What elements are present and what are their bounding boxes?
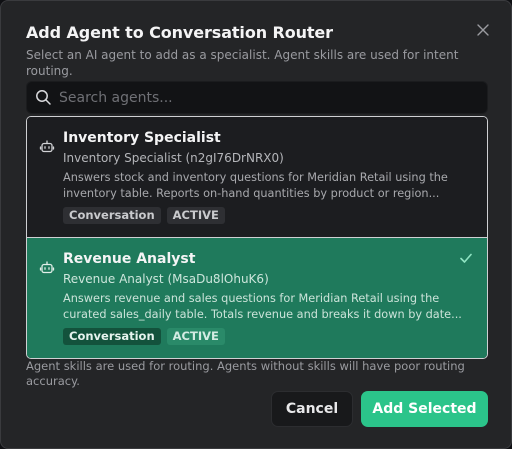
agent-description: Answers stock and inventory questions fo… bbox=[63, 171, 448, 200]
search-input[interactable] bbox=[59, 82, 479, 113]
dialog-subtitle: Select an AI agent to add as a specialis… bbox=[26, 48, 459, 78]
search-box bbox=[26, 81, 488, 114]
bot-icon bbox=[39, 140, 55, 153]
agent-tags: Conversation ACTIVE bbox=[63, 207, 225, 224]
close-button[interactable] bbox=[473, 20, 493, 40]
status-badge: ACTIVE bbox=[166, 328, 225, 345]
type-badge: Conversation bbox=[63, 207, 161, 224]
agent-id: Inventory Specialist (n2gI76DrNRX0) bbox=[63, 151, 284, 165]
agent-list: Inventory Specialist Inventory Specialis… bbox=[26, 116, 488, 359]
agent-tags: Conversation ACTIVE bbox=[63, 328, 225, 345]
add-selected-button[interactable]: Add Selected bbox=[361, 391, 488, 427]
footer-note: Agent skills are used for routing. Agent… bbox=[26, 359, 465, 388]
cancel-button[interactable]: Cancel bbox=[271, 391, 353, 427]
check-icon bbox=[460, 253, 472, 263]
close-icon bbox=[477, 24, 489, 36]
add-agent-dialog: Add Agent to Conversation Router Select … bbox=[0, 0, 512, 449]
bot-icon bbox=[39, 261, 55, 274]
dialog-title: Add Agent to Conversation Router bbox=[26, 23, 333, 42]
status-badge: ACTIVE bbox=[166, 207, 225, 224]
agent-description: Answers revenue and sales questions for … bbox=[63, 292, 462, 321]
agent-name: Inventory Specialist bbox=[63, 130, 221, 146]
agent-id: Revenue Analyst (MsaDu8lOhuK6) bbox=[63, 272, 269, 286]
agent-name: Revenue Analyst bbox=[63, 251, 196, 267]
search-icon bbox=[36, 90, 51, 105]
type-badge: Conversation bbox=[63, 328, 161, 345]
agent-item-revenue-analyst[interactable]: Revenue Analyst Revenue Analyst (MsaDu8l… bbox=[27, 238, 487, 358]
agent-item-inventory-specialist[interactable]: Inventory Specialist Inventory Specialis… bbox=[27, 117, 487, 237]
